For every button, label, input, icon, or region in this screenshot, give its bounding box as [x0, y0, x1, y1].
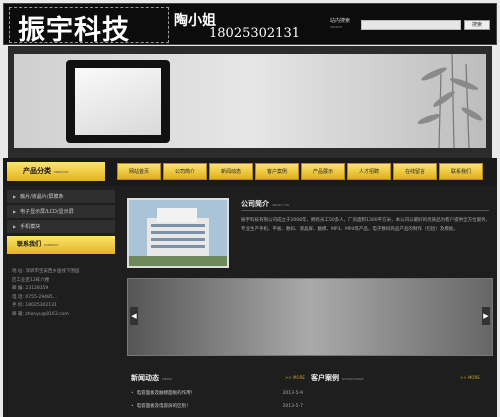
nav-item-contact[interactable]: 联系我们: [439, 163, 483, 180]
nav-item-products[interactable]: 产品展示: [301, 163, 345, 180]
tablet-screen: [75, 68, 161, 135]
main-content: 公司简介 ABOUT US 振宇科技有限公司成立于2008年，拥有员工50多人，厂…: [117, 186, 497, 417]
news-item-date: 2013-5-9: [282, 391, 303, 396]
postcode-line: 邮 编: 23128359: [12, 286, 49, 291]
contact-us-header: 联系我们 CONTACT: [7, 236, 115, 254]
phone-line: 电 话: 0755-29485...: [12, 294, 58, 300]
news-item-title: 电容面板及电容屏的区别！: [131, 404, 191, 409]
banner-image: [14, 54, 486, 148]
banner: [8, 46, 492, 158]
search-box: 站内搜索 SEARCH 搜索: [326, 16, 496, 38]
case-title-sub: KNOWLEDGE: [342, 377, 364, 381]
bamboo-decoration: [417, 54, 483, 148]
contact-us-sub: CONTACT: [44, 243, 59, 247]
news-item[interactable]: 电容面板及触摸面板的作用！ 2013-5-9: [131, 389, 303, 399]
intro-title: 公司简介 ABOUT US: [241, 199, 289, 209]
contact-us-label: 联系我们: [17, 241, 42, 248]
logo[interactable]: 振宇科技: [9, 7, 169, 46]
nav-item-home[interactable]: 网站首页: [117, 163, 161, 180]
intro-title-sub: ABOUT US: [272, 203, 289, 207]
company-building-photo: [127, 198, 229, 268]
page: 振宇科技 陶小姐 18025302131 站内搜索 SEARCH 搜索 产品分类…: [0, 0, 500, 417]
product-gallery: ◀ ▶: [127, 278, 493, 356]
product-category-header[interactable]: 产品分类 PRODUCT: [7, 162, 105, 181]
address-line: 区工业区12栋六楼: [12, 277, 50, 283]
news-title-sub: NEWS: [162, 377, 172, 381]
mobile-line: 手 机: 18025302131: [12, 303, 57, 308]
sidebar: 触片/液晶片/屏膜条 电子显示屏/LCD/显示屏 手机模块 联系我们CONTAC…: [3, 186, 117, 417]
contact-address: 地 址: 深圳市宝安西乡固戍下围园 区工业区12栋六楼 邮 编: 2312835…: [12, 268, 116, 319]
contact-phone: 18025302131: [209, 26, 300, 41]
nav-item-jobs[interactable]: 人才招聘: [347, 163, 391, 180]
gallery-prev-button[interactable]: ◀: [130, 307, 138, 325]
sidebar-item-touch[interactable]: 触片/液晶片/屏膜条: [7, 190, 115, 203]
nav-item-cases[interactable]: 客户案例: [255, 163, 299, 180]
divider: [241, 210, 489, 211]
main-nav: 产品分类 PRODUCT 网站首页 公司简介 新闻动态 客户案例 产品展示 人才招…: [3, 158, 497, 186]
header: 振宇科技 陶小姐 18025302131 站内搜索 SEARCH 搜索: [3, 3, 497, 46]
address-line: 地 址: 深圳市宝安西乡固戍下围园: [12, 269, 80, 274]
news-item-date: 2013-5-7: [282, 404, 303, 409]
news-title-text: 新闻动态: [131, 373, 159, 382]
case-title-text: 客户案例: [311, 373, 339, 382]
search-label: 站内搜索: [330, 18, 351, 24]
search-sub-label: SEARCH: [330, 25, 343, 29]
sidebar-item-display[interactable]: 电子显示屏/LCD/显示屏: [7, 205, 115, 218]
case-title: 客户案例 KNOWLEDGE: [311, 373, 364, 383]
product-category-sub: PRODUCT: [54, 170, 69, 174]
news-item[interactable]: 电容面板及电容屏的区别！ 2013-5-7: [131, 402, 303, 412]
search-input[interactable]: [361, 20, 461, 30]
gallery-next-button[interactable]: ▶: [482, 307, 490, 325]
sidebar-item-phone-module[interactable]: 手机模块: [7, 220, 115, 233]
news-item-title: 电容面板及触摸面板的作用！: [131, 391, 195, 396]
logo-text: 振宇科技: [18, 15, 130, 46]
case-more-link[interactable]: >> MORE: [460, 375, 480, 380]
news-more-link[interactable]: >> MORE: [285, 375, 305, 380]
nav-item-about[interactable]: 公司简介: [163, 163, 207, 180]
search-button[interactable]: 搜索: [464, 20, 490, 30]
nav-items: 网站首页 公司简介 新闻动态 客户案例 产品展示 人才招聘 在线留言 联系我们: [117, 163, 485, 180]
nav-item-message[interactable]: 在线留言: [393, 163, 437, 180]
intro-title-text: 公司简介: [241, 199, 269, 208]
nav-item-news[interactable]: 新闻动态: [209, 163, 253, 180]
email-line: 邮 箱: zhenyu@8163.com: [12, 311, 69, 317]
news-title: 新闻动态 NEWS: [131, 373, 172, 383]
product-category-list: 触片/液晶片/屏膜条 电子显示屏/LCD/显示屏 手机模块: [7, 190, 115, 235]
building-illustration: [129, 200, 227, 266]
product-category-label: 产品分类: [23, 167, 51, 175]
tablet-image: [66, 60, 170, 143]
intro-text: 振宇科技有限公司成立于2008年，拥有员工50多人，厂房面积1300平方米，本公…: [241, 218, 491, 232]
